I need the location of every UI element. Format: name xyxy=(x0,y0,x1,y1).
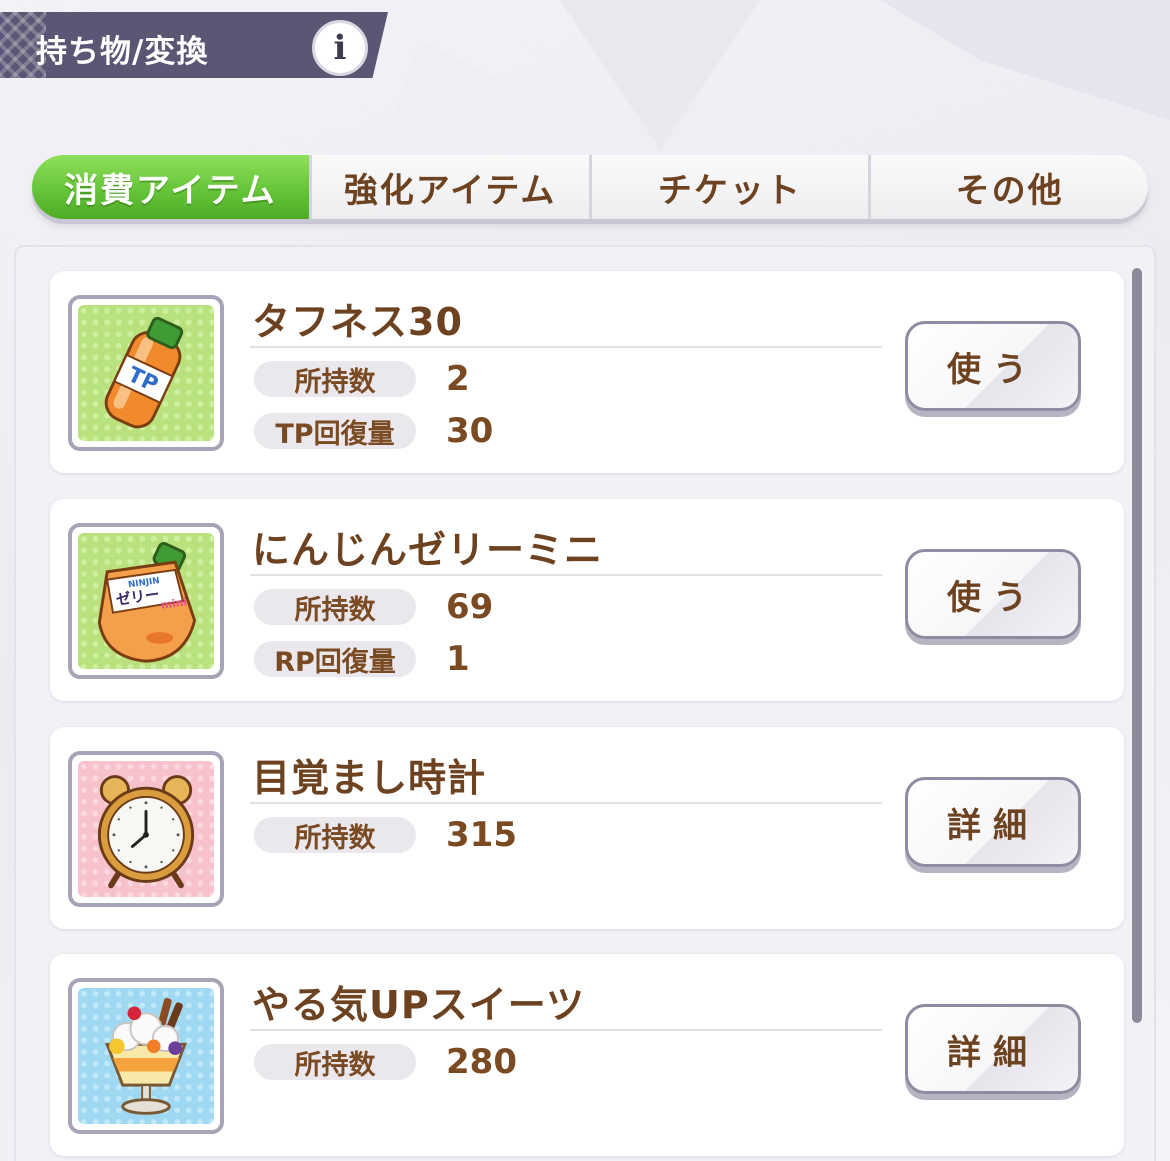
tab-other[interactable]: その他 xyxy=(868,155,1148,219)
stat-row-owned: 所持数 2 xyxy=(254,359,470,399)
divider xyxy=(250,802,882,804)
details-button[interactable]: 詳細 xyxy=(905,777,1081,867)
stat-label: 所持数 xyxy=(254,361,416,398)
parfait-icon xyxy=(78,988,214,1124)
stat-value: 280 xyxy=(446,1042,517,1082)
list-item: TP タフネス30 所持数 2 TP回復量 30 使う xyxy=(50,271,1124,473)
list-item: やる気UPスイーツ 所持数 280 詳細 xyxy=(50,954,1124,1156)
carrot-jelly-icon: NINJIN ゼリー mini xyxy=(78,533,214,669)
tp-bottle-icon: TP xyxy=(78,305,214,441)
stat-row-recovery: RP回復量 1 xyxy=(254,639,470,679)
info-button[interactable]: i xyxy=(312,20,368,76)
list-scrollbar[interactable] xyxy=(1132,268,1142,1023)
page-title: 持ち物/変換 xyxy=(36,34,209,70)
stat-row-owned: 所持数 315 xyxy=(254,815,517,855)
stat-value: 2 xyxy=(446,359,470,399)
item-icon-frame: NINJIN ゼリー mini xyxy=(68,523,224,679)
stat-value: 69 xyxy=(446,587,494,627)
stat-value: 315 xyxy=(446,815,517,855)
stat-row-owned: 所持数 280 xyxy=(254,1042,517,1082)
item-icon-frame xyxy=(68,751,224,907)
item-name: やる気UPスイーツ xyxy=(252,983,585,1027)
item-name: タフネス30 xyxy=(252,300,463,344)
list-item: 目覚まし時計 所持数 315 詳細 xyxy=(50,727,1124,929)
stat-row-owned: 所持数 69 xyxy=(254,587,494,627)
tab-tickets[interactable]: チケット xyxy=(588,155,869,219)
alarm-clock-icon xyxy=(78,761,214,897)
item-icon-frame xyxy=(68,978,224,1134)
stat-value: 1 xyxy=(446,639,470,679)
stat-value: 30 xyxy=(446,411,494,451)
item-icon-frame: TP xyxy=(68,295,224,451)
tab-enhancement-items[interactable]: 強化アイテム xyxy=(308,155,589,219)
stat-row-recovery: TP回復量 30 xyxy=(254,411,494,451)
list-item: NINJIN ゼリー mini にんじんゼリーミニ 所持数 69 RP回復量 1… xyxy=(50,499,1124,701)
details-button[interactable]: 詳細 xyxy=(905,1004,1081,1094)
divider xyxy=(250,574,882,576)
category-tabs: 消費アイテム 強化アイテム チケット その他 xyxy=(32,155,1148,219)
tab-consumable-items[interactable]: 消費アイテム xyxy=(32,155,309,219)
stat-label: TP回復量 xyxy=(254,413,416,450)
item-name: 目覚まし時計 xyxy=(252,756,487,800)
stat-label: 所持数 xyxy=(254,589,416,626)
divider xyxy=(250,1029,882,1031)
item-name: にんじんゼリーミニ xyxy=(252,528,604,572)
use-button[interactable]: 使う xyxy=(905,321,1081,411)
stat-label: 所持数 xyxy=(254,1044,416,1081)
stat-label: 所持数 xyxy=(254,817,416,854)
divider xyxy=(250,346,882,348)
stat-label: RP回復量 xyxy=(254,641,416,678)
use-button[interactable]: 使う xyxy=(905,549,1081,639)
